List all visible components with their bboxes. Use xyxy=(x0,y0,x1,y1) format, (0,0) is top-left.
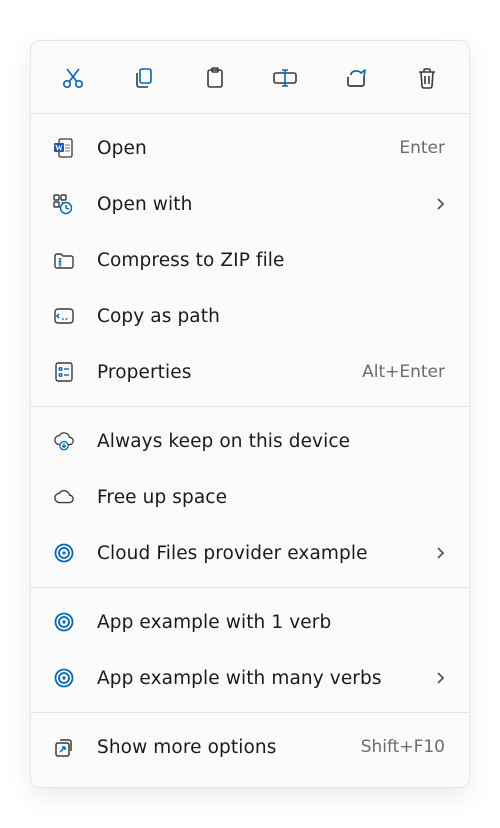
swirl-icon xyxy=(53,667,75,689)
menu-item-label: App example with many verbs xyxy=(97,668,413,689)
menu-item-app-1-verb[interactable]: App example with 1 verb xyxy=(31,594,469,650)
menu-item-keep-on-device[interactable]: Always keep on this device xyxy=(31,413,469,469)
paste-icon xyxy=(203,66,227,93)
paste-button[interactable] xyxy=(195,59,235,99)
swirl-icon xyxy=(53,611,75,633)
menu-item-free-space[interactable]: Free up space xyxy=(31,469,469,525)
rename-icon xyxy=(272,66,298,93)
menu-section: Always keep on this device Free up space… xyxy=(31,406,469,587)
more-options-icon xyxy=(53,736,75,758)
copy-button[interactable] xyxy=(124,59,164,99)
cut-button[interactable] xyxy=(53,59,93,99)
menu-item-properties[interactable]: Properties Alt+Enter xyxy=(31,344,469,400)
menu-item-open[interactable]: W Open Enter xyxy=(31,120,469,176)
properties-icon xyxy=(53,361,75,383)
chevron-right-icon xyxy=(435,546,445,560)
menu-item-cloud-provider[interactable]: Cloud Files provider example xyxy=(31,525,469,581)
context-menu: W Open Enter xyxy=(30,40,470,788)
menu-section: App example with 1 verb App example with… xyxy=(31,587,469,712)
share-icon xyxy=(344,66,368,93)
menu-item-compress-zip[interactable]: Compress to ZIP file xyxy=(31,232,469,288)
svg-text:W: W xyxy=(55,144,63,153)
menu-item-label: Properties xyxy=(97,362,340,383)
chevron-right-icon xyxy=(435,671,445,685)
copy-icon xyxy=(132,66,156,93)
menu-section: W Open Enter xyxy=(31,114,469,406)
menu-section: Show more options Shift+F10 xyxy=(31,712,469,781)
menu-item-label: Cloud Files provider example xyxy=(97,543,413,564)
copy-path-icon xyxy=(53,305,75,327)
menu-item-label: Open with xyxy=(97,194,413,215)
delete-button[interactable] xyxy=(407,59,447,99)
cloud-free-icon xyxy=(53,486,75,508)
menu-item-label: Open xyxy=(97,138,377,159)
word-doc-icon: W xyxy=(53,137,75,159)
cut-icon xyxy=(61,66,85,93)
open-with-icon xyxy=(53,193,75,215)
menu-item-label: Always keep on this device xyxy=(97,431,445,452)
zip-icon xyxy=(53,249,75,271)
menu-item-label: Compress to ZIP file xyxy=(97,250,445,271)
menu-item-shortcut: Alt+Enter xyxy=(362,362,445,382)
rename-button[interactable] xyxy=(265,59,305,99)
cloud-keep-icon xyxy=(53,430,75,452)
menu-item-label: Copy as path xyxy=(97,306,445,327)
menu-item-shortcut: Shift+F10 xyxy=(361,737,445,757)
swirl-icon xyxy=(53,542,75,564)
menu-item-label: App example with 1 verb xyxy=(97,612,445,633)
context-menu-toolbar xyxy=(31,47,469,114)
menu-item-label: Free up space xyxy=(97,487,445,508)
chevron-right-icon xyxy=(435,197,445,211)
menu-item-shortcut: Enter xyxy=(399,138,445,158)
menu-item-open-with[interactable]: Open with xyxy=(31,176,469,232)
share-button[interactable] xyxy=(336,59,376,99)
menu-item-show-more[interactable]: Show more options Shift+F10 xyxy=(31,719,469,775)
menu-item-label: Show more options xyxy=(97,737,339,758)
menu-item-app-many-verbs[interactable]: App example with many verbs xyxy=(31,650,469,706)
delete-icon xyxy=(416,66,438,93)
menu-item-copy-path[interactable]: Copy as path xyxy=(31,288,469,344)
